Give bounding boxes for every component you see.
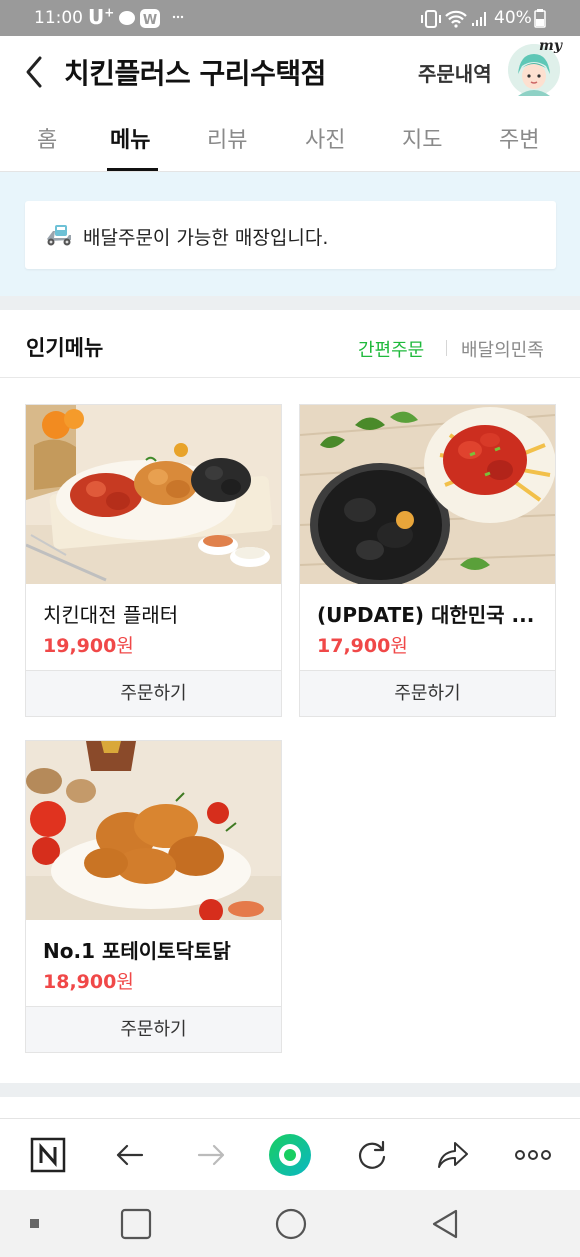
menu-item-name: 치킨대전 플래터: [43, 603, 179, 627]
popular-menu-header: 인기메뉴 간편주문 배달의민족: [0, 310, 580, 378]
store-title: 치킨플러스 구리수택점: [64, 57, 326, 90]
tab-nearby[interactable]: 주변: [499, 122, 539, 154]
my-badge: my: [539, 38, 562, 54]
tab-bar: 홈 메뉴 리뷰 사진 지도 주변: [0, 104, 580, 172]
share-icon[interactable]: [435, 1137, 471, 1173]
back-arrow-icon[interactable]: [20, 54, 50, 90]
delivery-notice: 배달주문이 가능한 매장입니다.: [25, 201, 556, 269]
menu-item-price: 19,900원: [43, 631, 134, 658]
price-value: 18,900: [43, 971, 117, 993]
menu-item-price: 17,900원: [317, 631, 408, 658]
price-currency: 원: [116, 635, 134, 657]
battery-icon: [534, 9, 546, 28]
nav-dot-icon: [30, 1219, 39, 1228]
price-currency: 원: [390, 635, 408, 657]
baemin-link[interactable]: 배달의민족: [461, 336, 544, 362]
order-button[interactable]: 주문하기: [26, 1006, 281, 1052]
naver-home-icon[interactable]: [30, 1137, 66, 1173]
menu-card[interactable]: 치킨대전 플래터 19,900원 주문하기: [25, 404, 282, 717]
chicken-update-photo: [300, 405, 555, 584]
tab-photo[interactable]: 사진: [305, 122, 345, 154]
price-value: 17,900: [317, 635, 391, 657]
order-button[interactable]: 주문하기: [26, 670, 281, 716]
tab-review[interactable]: 리뷰: [207, 122, 247, 154]
chicken-platter-photo: [26, 405, 281, 584]
carrier-name: U: [88, 5, 105, 29]
menu-item-name: No.1 포테이토닥토닭: [43, 939, 231, 963]
status-bar: 11:00 U+ W 40%: [0, 0, 580, 36]
active-tab-indicator: [107, 168, 158, 171]
browser-toolbar: [0, 1118, 580, 1190]
carrier-logo: U+: [88, 5, 114, 29]
menu-card[interactable]: No.1 포테이토닥토닭 18,900원 주문하기: [25, 740, 282, 1053]
refresh-icon[interactable]: [354, 1137, 390, 1173]
notice-band: 배달주문이 가능한 매장입니다.: [0, 172, 580, 296]
status-time: 11:00: [34, 8, 83, 28]
chat-bubble-icon: [119, 11, 135, 25]
price-value: 19,900: [43, 635, 117, 657]
price-currency: 원: [116, 971, 134, 993]
delivery-notice-text: 배달주문이 가능한 매장입니다.: [83, 227, 329, 249]
more-icon[interactable]: [514, 1137, 552, 1173]
recent-apps-icon[interactable]: [120, 1208, 152, 1240]
section-divider: [0, 296, 580, 310]
carrier-sup: +: [104, 5, 115, 20]
menu-card[interactable]: (UPDATE) 대한민국 ... 17,900원 주문하기: [299, 404, 556, 717]
tab-home[interactable]: 홈: [37, 122, 57, 154]
popular-menu-title: 인기메뉴: [26, 336, 104, 360]
quick-order-link[interactable]: 간편주문: [358, 336, 424, 362]
order-history-link[interactable]: 주문내역: [418, 58, 492, 87]
svg-text:W: W: [143, 13, 157, 28]
battery-level: 40%: [494, 8, 532, 28]
potato-chicken-photo: [26, 741, 281, 920]
delivery-scooter-icon: [47, 225, 71, 246]
header-separator: [446, 340, 447, 356]
tab-map[interactable]: 지도: [402, 122, 442, 154]
menu-item-name: (UPDATE) 대한민국 ...: [317, 603, 535, 627]
forward-arrow-icon[interactable]: [193, 1137, 229, 1173]
store-header: 치킨플러스 구리수택점 주문내역 my: [0, 36, 580, 104]
signal-icon: [472, 12, 486, 26]
vibrate-icon: [421, 10, 441, 28]
back-arrow-icon[interactable]: [112, 1137, 148, 1173]
android-nav-bar: [0, 1190, 580, 1257]
order-button[interactable]: 주문하기: [300, 670, 555, 716]
back-icon[interactable]: [428, 1207, 462, 1241]
home-icon[interactable]: [274, 1207, 308, 1241]
wifi-icon: [445, 10, 467, 28]
more-notifications-icon: [172, 15, 184, 19]
menu-item-price: 18,900원: [43, 967, 134, 994]
w-app-icon: W: [140, 9, 160, 28]
section-divider: [0, 1083, 580, 1097]
green-dot-icon[interactable]: [268, 1133, 312, 1177]
my-avatar[interactable]: my: [508, 38, 562, 96]
tab-menu[interactable]: 메뉴: [110, 122, 150, 154]
